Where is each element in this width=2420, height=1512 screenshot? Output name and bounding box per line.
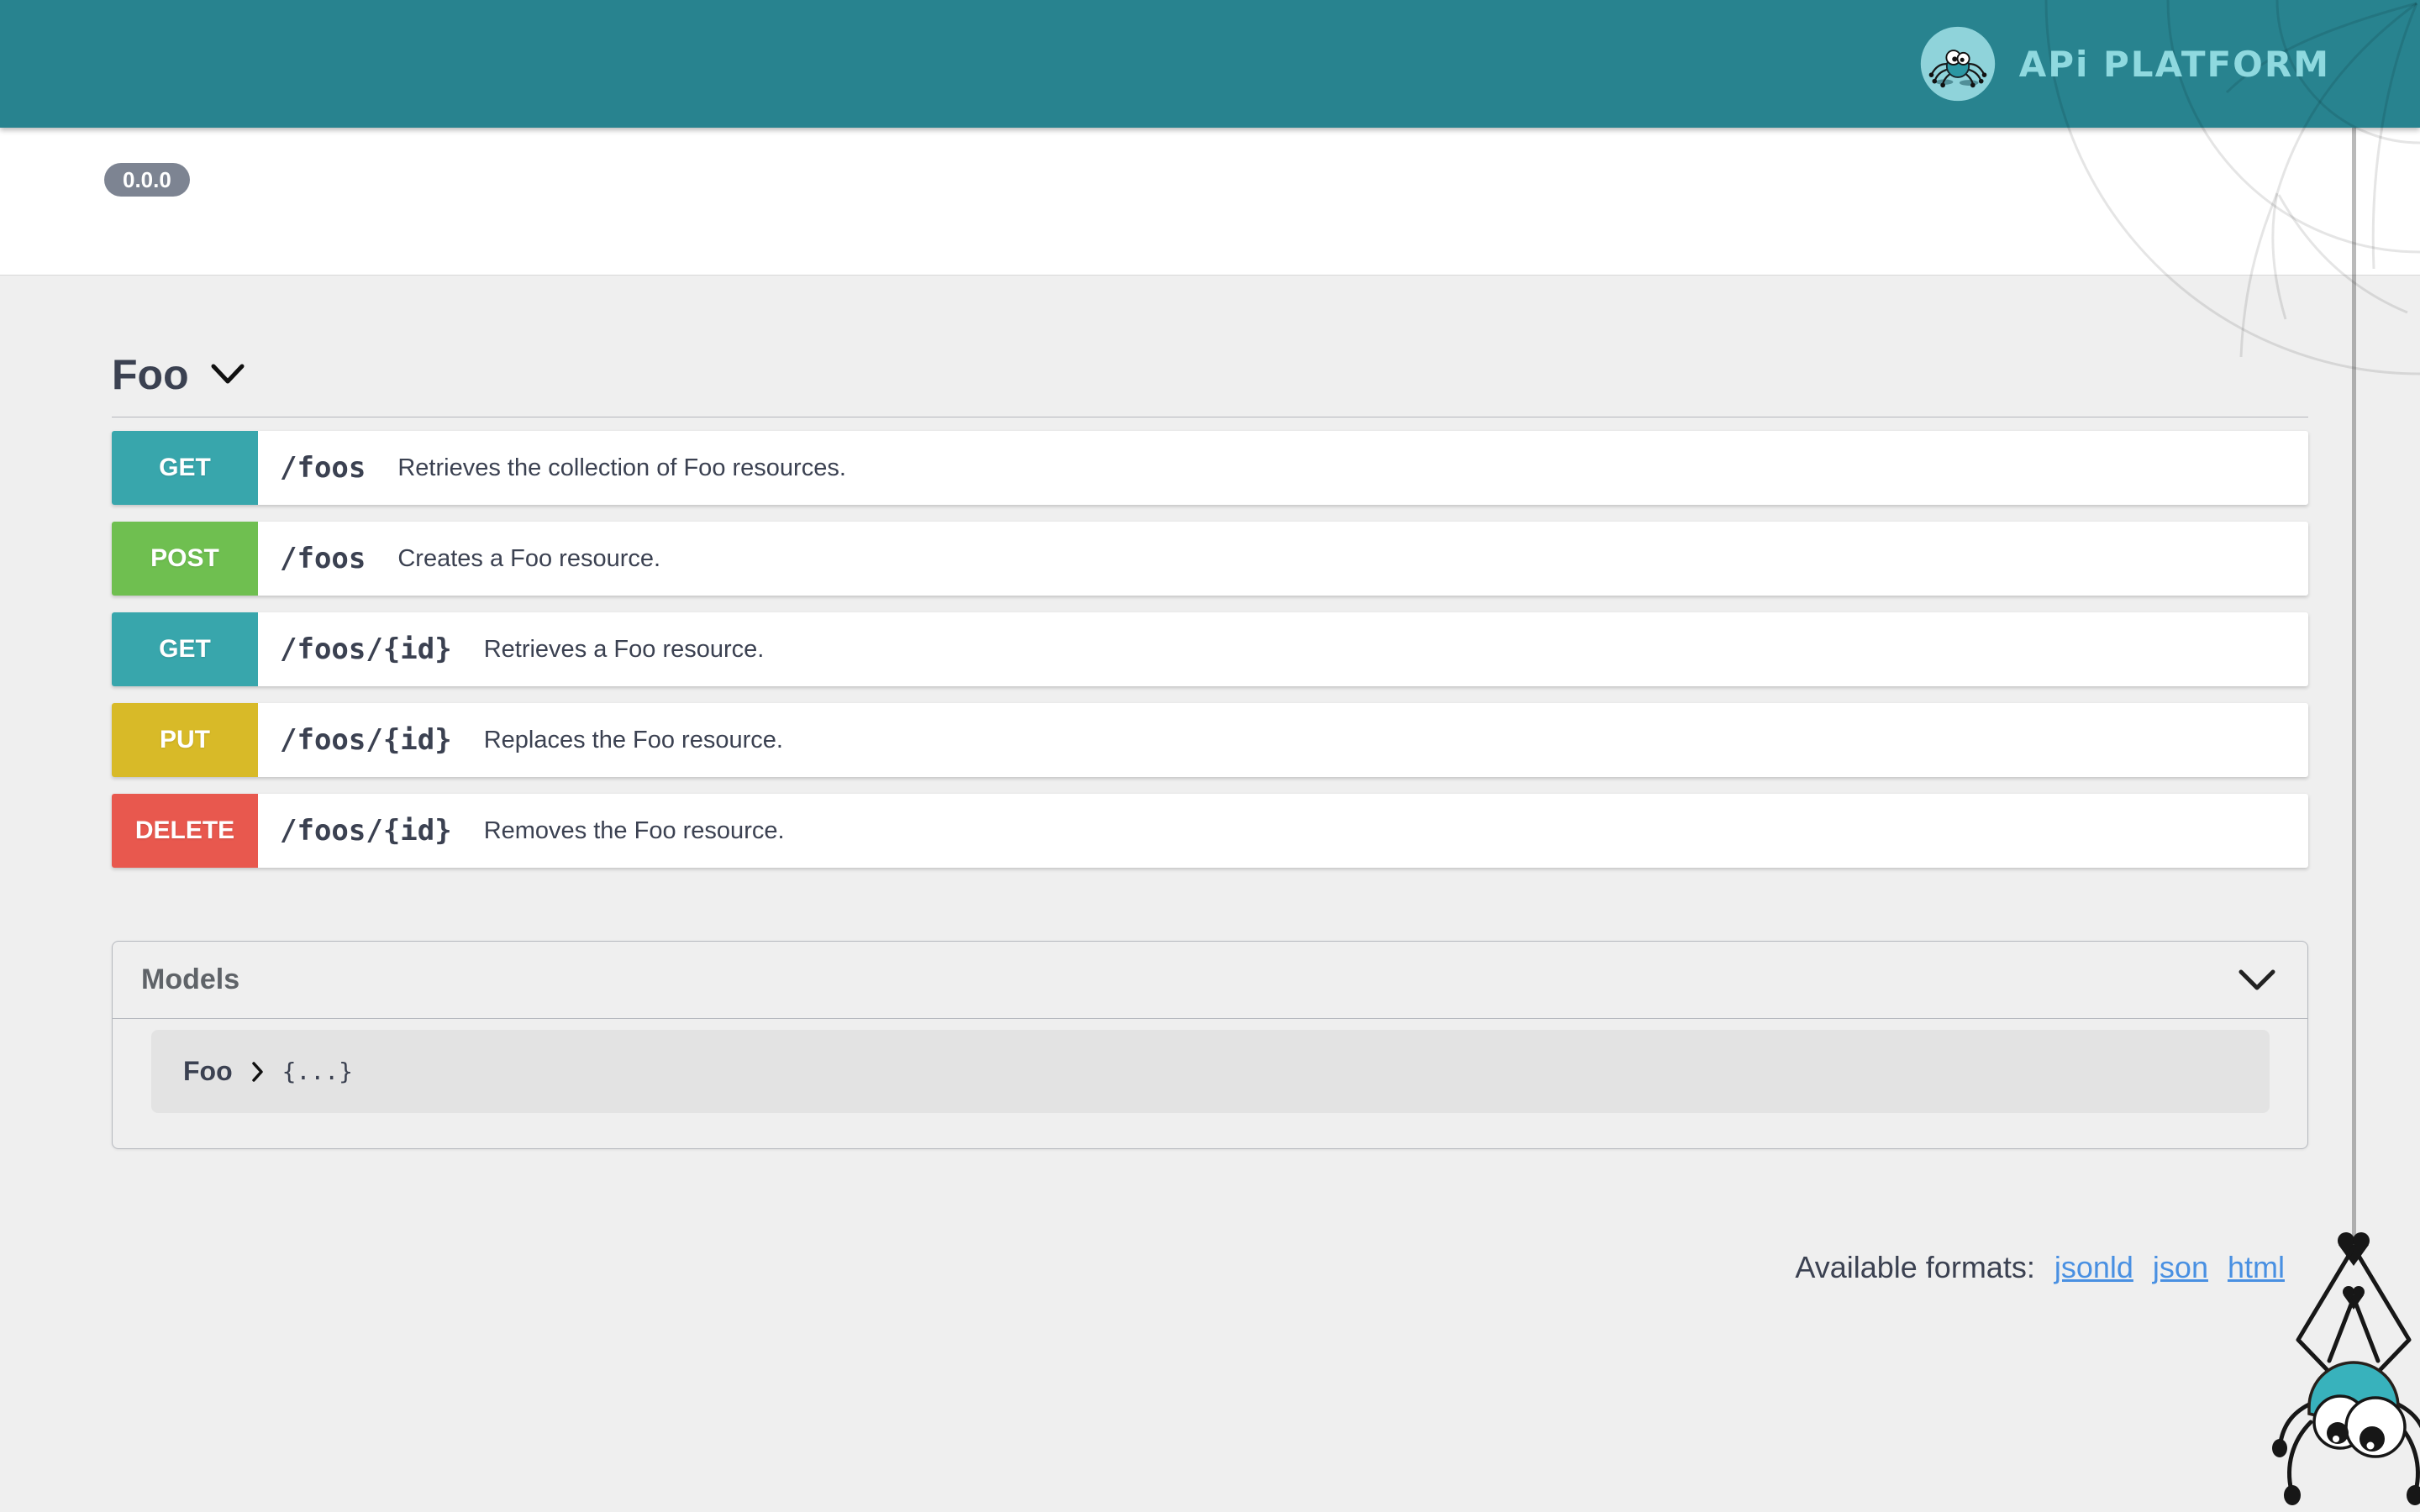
operations-list: GET /foos Retrieves the collection of Fo… — [112, 431, 2308, 868]
spider-mascot-icon — [1918, 24, 1997, 103]
operation-description: Creates a Foo resource. — [397, 545, 660, 573]
format-link-jsonld[interactable]: jsonld — [2054, 1250, 2133, 1284]
operation-path: /foos — [280, 451, 366, 485]
models-title: Models — [141, 963, 239, 996]
model-preview: {...} — [282, 1058, 353, 1085]
operation-row[interactable]: GET /foos/{id} Retrieves a Foo resource. — [112, 612, 2308, 686]
operation-row[interactable]: POST /foos Creates a Foo resource. — [112, 522, 2308, 596]
formats-label: Available formats: — [1795, 1250, 2034, 1284]
operation-description: Retrieves the collection of Foo resource… — [397, 454, 846, 482]
operation-path: /foos/{id} — [280, 633, 452, 666]
chevron-down-icon — [211, 364, 245, 386]
version-badge: 0.0.0 — [104, 163, 190, 197]
operation-description: Removes the Foo resource. — [484, 817, 785, 845]
operation-row[interactable]: DELETE /foos/{id} Removes the Foo resour… — [112, 794, 2308, 868]
method-badge: DELETE — [112, 794, 258, 868]
operation-row[interactable]: PUT /foos/{id} Replaces the Foo resource… — [112, 703, 2308, 777]
info-bar: 0.0.0 — [0, 128, 2420, 276]
models-body: Foo {...} — [113, 1019, 2307, 1148]
available-formats: Available formats: jsonld json html — [112, 1250, 2308, 1285]
method-badge: GET — [112, 431, 258, 505]
api-platform-logo[interactable]: APi PLATFORM — [1918, 24, 2330, 103]
operation-description: Replaces the Foo resource. — [484, 727, 783, 754]
models-section: Models Foo {...} — [112, 941, 2308, 1149]
chevron-down-icon — [2238, 969, 2275, 991]
method-badge: GET — [112, 612, 258, 686]
tag-section-header-foo[interactable]: Foo — [112, 349, 2308, 400]
model-name: Foo — [183, 1056, 233, 1087]
format-link-html[interactable]: html — [2228, 1250, 2285, 1284]
logo-text: APi PLATFORM — [2019, 44, 2330, 85]
operation-path: /foos/{id} — [280, 814, 452, 848]
operation-description: Retrieves a Foo resource. — [484, 636, 765, 664]
model-row-foo[interactable]: Foo {...} — [151, 1030, 2270, 1113]
top-bar: APi PLATFORM — [0, 0, 2420, 128]
models-header[interactable]: Models — [113, 942, 2307, 1019]
main-content: Foo GET /foos Retrieves the collection o… — [0, 276, 2420, 1285]
method-badge: POST — [112, 522, 258, 596]
operation-path: /foos — [280, 542, 366, 575]
format-link-json[interactable]: json — [2153, 1250, 2208, 1284]
operation-path: /foos/{id} — [280, 723, 452, 757]
method-badge: PUT — [112, 703, 258, 777]
operation-row[interactable]: GET /foos Retrieves the collection of Fo… — [112, 431, 2308, 505]
chevron-right-icon — [251, 1062, 264, 1082]
tag-title: Foo — [112, 349, 189, 400]
